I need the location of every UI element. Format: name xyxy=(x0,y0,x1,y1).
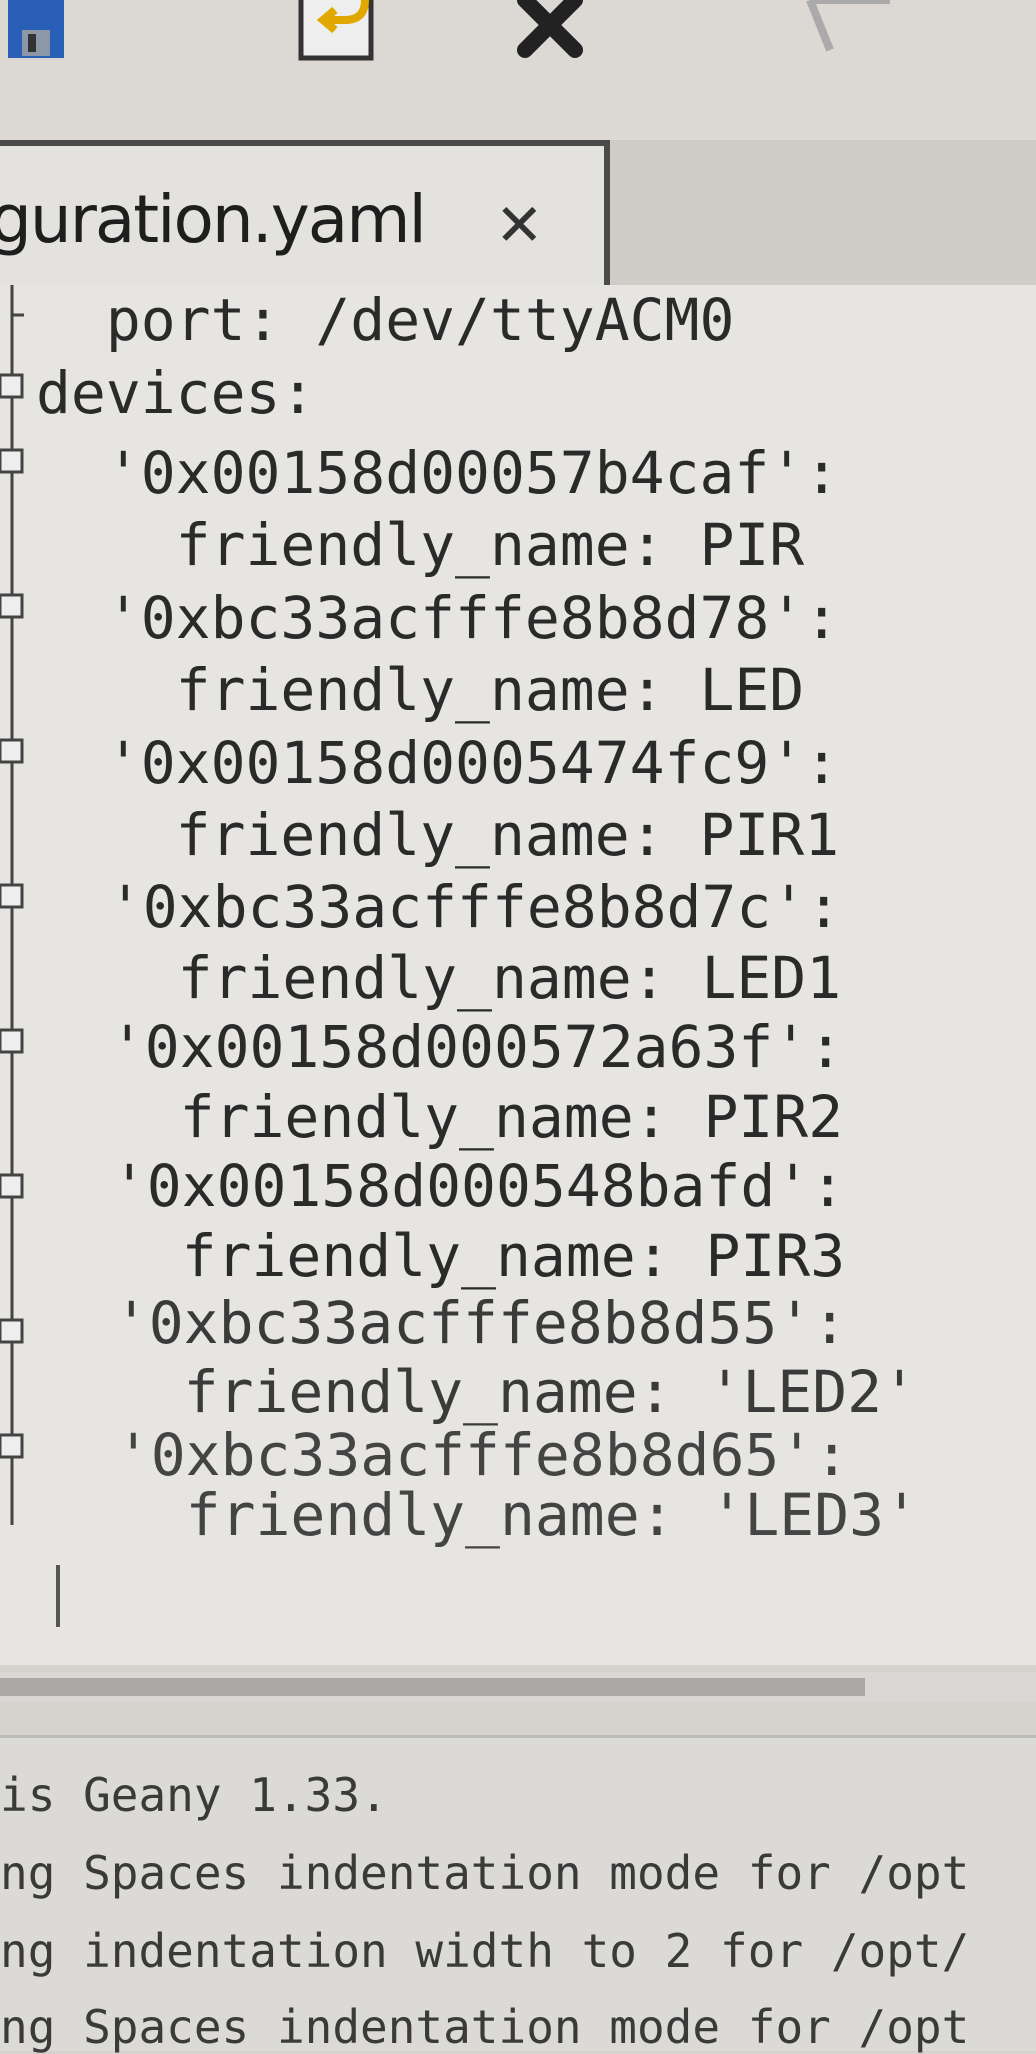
code-line: friendly_name: 'LED3' xyxy=(46,1481,919,1549)
code-line: devices: xyxy=(36,359,316,427)
tab-strip: guration.yaml ✕ xyxy=(0,140,1036,290)
tab-label: guration.yaml xyxy=(0,181,427,258)
close-icon[interactable] xyxy=(510,0,600,60)
code-line: '0xbc33acfffe8b8d55': xyxy=(44,1289,848,1357)
message-panel: is Geany 1.33. ng Spaces indentation mod… xyxy=(0,1735,1036,2054)
code-line: '0xbc33acfffe8b8d78': xyxy=(36,584,840,652)
code-line: '0xbc33acfffe8b8d7c': xyxy=(38,873,842,941)
scrollbar-thumb[interactable] xyxy=(0,1678,865,1696)
code-line: friendly_name: PIR2 xyxy=(40,1083,844,1151)
fold-margin xyxy=(0,285,24,1525)
code-editor[interactable]: port: /dev/ttyACM0 devices: '0x00158d000… xyxy=(0,285,1036,1665)
code-line: '0x00158d000548bafd': xyxy=(42,1152,846,1220)
code-line: friendly_name: PIR3 xyxy=(42,1222,846,1290)
horizontal-scrollbar[interactable] xyxy=(0,1672,1036,1702)
code-line: friendly_name: PIR xyxy=(36,511,805,579)
code-line: friendly_name: PIR1 xyxy=(36,801,840,869)
code-line: friendly_name: LED1 xyxy=(38,944,842,1012)
tab-close-icon[interactable]: ✕ xyxy=(495,191,544,259)
text-cursor xyxy=(56,1565,60,1627)
code-line: friendly_name: 'LED2' xyxy=(44,1358,917,1426)
revert-icon[interactable] xyxy=(295,0,395,65)
save-icon[interactable] xyxy=(0,0,80,65)
back-icon[interactable] xyxy=(780,0,900,60)
code-line: '0x00158d0005474fc9': xyxy=(36,729,840,797)
code-line: '0x00158d000572a63f': xyxy=(40,1013,844,1081)
code-line: friendly_name: LED xyxy=(36,656,805,724)
toolbar xyxy=(0,0,1036,150)
message-line: ng Spaces indentation mode for /opt xyxy=(0,2000,970,2054)
message-line: is Geany 1.33. xyxy=(0,1768,388,1822)
message-line: ng indentation width to 2 for /opt/ xyxy=(0,1924,970,1978)
message-line: ng Spaces indentation mode for /opt xyxy=(0,1846,970,1900)
code-line: '0x00158d00057b4caf': xyxy=(36,439,840,507)
tab-configuration-yaml[interactable]: guration.yaml ✕ xyxy=(0,140,610,290)
code-line: port: /dev/ttyACM0 xyxy=(36,286,735,354)
